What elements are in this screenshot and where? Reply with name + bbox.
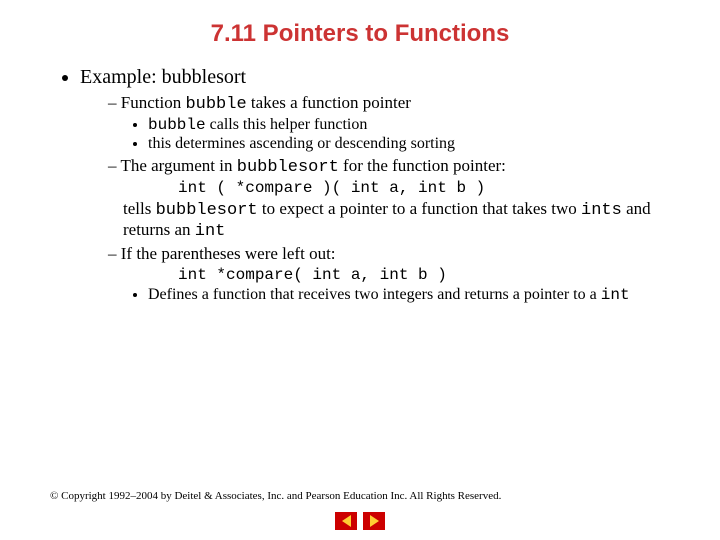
- c2a: tells: [123, 199, 156, 218]
- slide-title: 7.11 Pointers to Functions: [50, 20, 670, 48]
- c2code1: bubblesort: [156, 201, 258, 220]
- subsub-defines: Defines a function that receives two int…: [148, 286, 670, 304]
- nav-controls: [335, 512, 385, 530]
- ss1rest: calls this helper function: [206, 116, 368, 133]
- ss3code: int: [601, 286, 630, 304]
- c2code2: ints: [581, 201, 622, 220]
- t1a: Function: [121, 93, 186, 112]
- sub-argument-cont: tells bubblesort to expect a pointer to …: [123, 199, 670, 241]
- next-button[interactable]: [363, 512, 385, 530]
- ss1code: bubble: [148, 116, 206, 134]
- bullet-example-text: Example: bubblesort: [80, 66, 246, 88]
- ss3a: Defines a function that receives two int…: [148, 286, 601, 303]
- t3: If the parentheses were left out:: [121, 244, 336, 263]
- prev-button[interactable]: [335, 512, 357, 530]
- code-compare-ptr: int ( *compare )( int a, int b ): [178, 179, 670, 197]
- subsub-bubble-calls: bubble calls this helper function: [148, 116, 670, 134]
- sub-parens-leftout: If the parentheses were left out: int *c…: [108, 244, 670, 304]
- subsub-determines: this determines ascending or descending …: [148, 135, 670, 153]
- t2b: for the function pointer:: [339, 156, 506, 175]
- sub-bubble-pointer: Function bubble takes a function pointer…: [108, 93, 670, 153]
- sub-argument: The argument in bubblesort for the funct…: [108, 156, 670, 241]
- arrow-right-icon: [370, 515, 379, 527]
- t1b: takes a function pointer: [247, 93, 411, 112]
- arrow-left-icon: [342, 515, 351, 527]
- code-compare-noparen: int *compare( int a, int b ): [178, 266, 670, 284]
- t1code: bubble: [185, 95, 246, 114]
- t2a: The argument in: [120, 156, 236, 175]
- bullet-example: Example: bubblesort Function bubble take…: [80, 66, 670, 304]
- copyright-footer: © Copyright 1992–2004 by Deitel & Associ…: [50, 490, 501, 502]
- c2b: to expect a pointer to a function that t…: [258, 199, 581, 218]
- t2code: bubblesort: [237, 158, 339, 177]
- c2code3: int: [195, 222, 226, 241]
